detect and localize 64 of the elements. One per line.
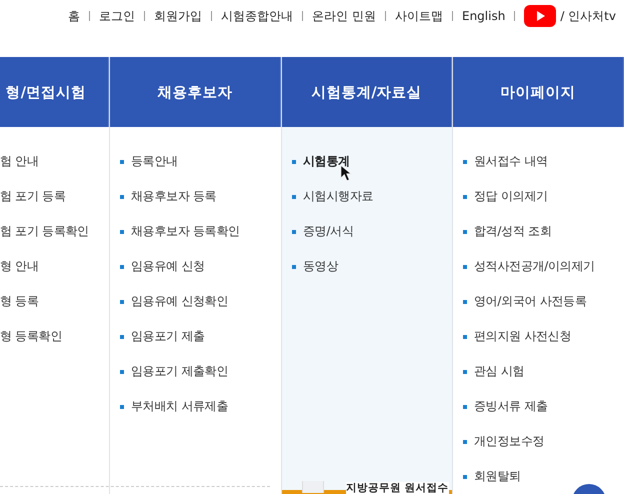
nav-link[interactable]: 홈 [68,8,80,24]
menu-item[interactable]: 임용유예 신청확인 [131,293,228,310]
bullet-icon [120,230,124,234]
menu-item[interactable]: 채용후보자 등록확인 [131,223,240,240]
menu-item[interactable]: 형 등록 [0,293,39,310]
menu-item[interactable]: 등록안내 [131,153,178,170]
channel-link[interactable]: / 인사처tv [560,8,616,24]
menu-heading[interactable]: 마이페이지 [453,57,624,127]
menu-item[interactable]: 형 등록확인 [0,328,62,345]
menu-item[interactable]: 개인정보수정 [474,433,544,450]
bullet-icon [463,194,467,198]
menu-item[interactable]: 성적사전공개/이의제기 [474,258,595,275]
bullet-icon [463,440,467,444]
bullet-icon [120,334,124,338]
menu-item[interactable]: 임용유예 신청 [131,258,205,275]
menu-item[interactable]: 정답 이의제기 [474,188,548,205]
bullet-icon [463,264,467,268]
bullet-icon [463,370,467,374]
menu-item[interactable]: 합격/성적 조회 [474,223,552,240]
bullet-icon [292,230,296,234]
bullet-icon [120,300,124,304]
bullet-icon [292,160,296,164]
nav-link[interactable]: 시험종합안내 [221,8,294,24]
nav-link[interactable]: English [462,9,506,23]
nav-link[interactable]: 로그인 [99,8,136,24]
bullet-icon [292,194,296,198]
menu-item[interactable]: 증명/서식 [303,223,354,240]
bullet-icon [463,300,467,304]
bullet-icon [292,264,296,268]
menu-item[interactable]: 형 안내 [0,258,39,275]
bullet-icon [120,160,124,164]
menu-item[interactable]: 영어/외국어 사전등록 [474,293,587,310]
menu-item[interactable]: 시험시행자료 [303,188,374,205]
bullet-icon [120,264,124,268]
nav-link[interactable]: 사이트맵 [394,8,443,24]
menu-item[interactable]: 원서접수 내역 [474,153,548,170]
menu-heading[interactable]: 채용후보자 [110,57,281,127]
menu-item[interactable]: 채용후보자 등록 [131,188,216,205]
menu-item[interactable]: 편의지원 사전신청 [474,328,572,345]
video-play-icon[interactable] [524,5,556,27]
bullet-icon [463,230,467,234]
bullet-icon [120,370,124,374]
bullet-icon [120,404,124,408]
menu-item[interactable]: 험 포기 등록확인 [0,223,89,240]
nav-link[interactable]: 회원가입 [154,8,202,24]
menu-item[interactable]: 시험통계 [303,153,350,170]
menu-heading[interactable]: 형/면접시험 [0,57,109,127]
menu-item[interactable]: 험 안내 [0,153,39,170]
menu-item[interactable]: 험 포기 등록 [0,188,66,205]
bullet-icon [463,160,467,164]
menu-item[interactable]: 임용포기 제출 [131,328,205,345]
menu-item[interactable]: 임용포기 제출확인 [131,363,228,380]
bullet-icon [463,334,467,338]
bullet-icon [463,404,467,408]
menu-item[interactable]: 회원탈퇴 [474,468,521,485]
menu-item[interactable]: 부처배치 서류제출 [131,398,228,415]
menu-item[interactable]: 동영상 [303,258,338,275]
bullet-icon [120,194,124,198]
nav-link[interactable]: 온라인 민원 [312,8,376,24]
section-heading: 지방공무원 원서접수 [346,482,449,494]
bullet-icon [463,474,467,478]
menu-heading[interactable]: 시험통계/자료실 [282,57,452,127]
menu-item[interactable]: 관심 시험 [474,363,524,380]
menu-item[interactable]: 증빙서류 제출 [474,398,548,415]
